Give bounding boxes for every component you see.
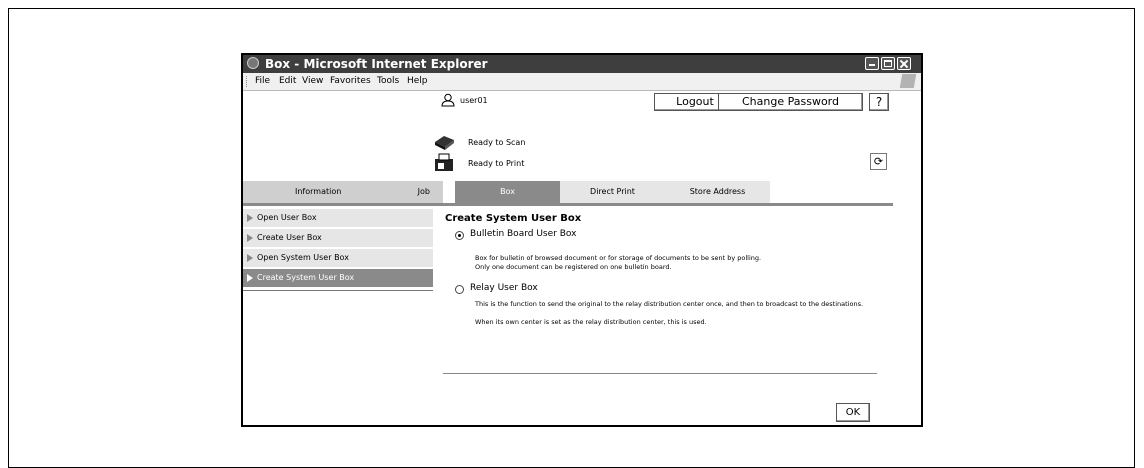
close-button[interactable] — [897, 57, 911, 70]
tab-store-address[interactable]: Store Address — [665, 181, 770, 203]
title-bar: Box - Microsoft Internet Explorer — [243, 55, 921, 73]
tab-bar: Information Job Box Direct Print Store A… — [243, 181, 893, 203]
page-content: user01 Logout Change Password ? Ready to… — [243, 91, 921, 425]
sidebar-item-label: Open User Box — [257, 213, 317, 222]
minimize-button[interactable] — [865, 57, 879, 70]
bulletin-board-radio[interactable] — [455, 231, 464, 240]
relay-user-box-label[interactable]: Relay User Box — [470, 283, 538, 293]
user-icon — [441, 93, 455, 107]
sidebar: Open User Box Create User Box Open Syste… — [243, 209, 433, 289]
tab-underline — [243, 203, 893, 206]
sidebar-item-open-user-box[interactable]: Open User Box — [243, 209, 433, 227]
bulletin-board-desc-2: Only one document can be registered on o… — [475, 263, 672, 271]
ie-logo-icon — [247, 57, 259, 69]
menu-edit[interactable]: Edit — [279, 76, 296, 86]
bulletin-board-label[interactable]: Bulletin Board User Box — [470, 229, 576, 239]
scan-status: Ready to Scan — [468, 138, 526, 147]
print-status: Ready to Print — [468, 159, 525, 168]
arrow-right-icon — [247, 214, 253, 222]
user-name: user01 — [460, 96, 488, 105]
sidebar-item-create-system-user-box[interactable]: Create System User Box — [243, 269, 433, 287]
menu-help[interactable]: Help — [407, 76, 428, 86]
window-title: Box - Microsoft Internet Explorer — [265, 57, 488, 71]
menu-view[interactable]: View — [302, 76, 323, 86]
maximize-button[interactable] — [881, 57, 895, 70]
page-title: Create System User Box — [445, 213, 582, 224]
bulletin-board-desc-1: Box for bulletin of browsed document or … — [475, 254, 762, 262]
ok-button[interactable]: OK — [836, 403, 870, 422]
tab-information-label: Information — [295, 187, 342, 196]
tab-direct-print[interactable]: Direct Print — [560, 181, 665, 203]
sidebar-item-open-system-user-box[interactable]: Open System User Box — [243, 249, 433, 267]
scanner-icon — [435, 136, 454, 150]
sidebar-item-label: Open System User Box — [257, 253, 349, 262]
menu-bar: File Edit View Favorites Tools Help — [243, 73, 921, 91]
tab-box[interactable]: Box — [455, 181, 560, 203]
sidebar-item-label: Create System User Box — [257, 273, 355, 282]
menu-tools[interactable]: Tools — [377, 76, 399, 86]
relay-user-box-desc-2: When its own center is set as the relay … — [475, 318, 707, 326]
windows-flag-icon — [899, 74, 917, 88]
sidebar-item-label: Create User Box — [257, 233, 322, 242]
tab-job[interactable]: Job — [343, 181, 443, 203]
printer-icon — [435, 153, 453, 171]
sidebar-item-create-user-box[interactable]: Create User Box — [243, 229, 433, 247]
arrow-right-icon — [247, 274, 253, 282]
menu-favorites[interactable]: Favorites — [330, 76, 371, 86]
relay-user-box-radio[interactable] — [455, 285, 464, 294]
toolbar-grip — [246, 76, 249, 87]
refresh-button[interactable]: ⟳ — [870, 153, 887, 170]
sidebar-divider — [243, 290, 433, 291]
relay-user-box-desc-1: This is the function to send the origina… — [475, 300, 864, 308]
menu-file[interactable]: File — [255, 76, 270, 86]
help-button[interactable]: ? — [869, 93, 889, 111]
browser-window: Box - Microsoft Internet Explorer File E… — [241, 53, 923, 427]
divider-line — [443, 373, 877, 374]
arrow-right-icon — [247, 234, 253, 242]
arrow-right-icon — [247, 254, 253, 262]
change-password-button[interactable]: Change Password — [718, 93, 863, 111]
